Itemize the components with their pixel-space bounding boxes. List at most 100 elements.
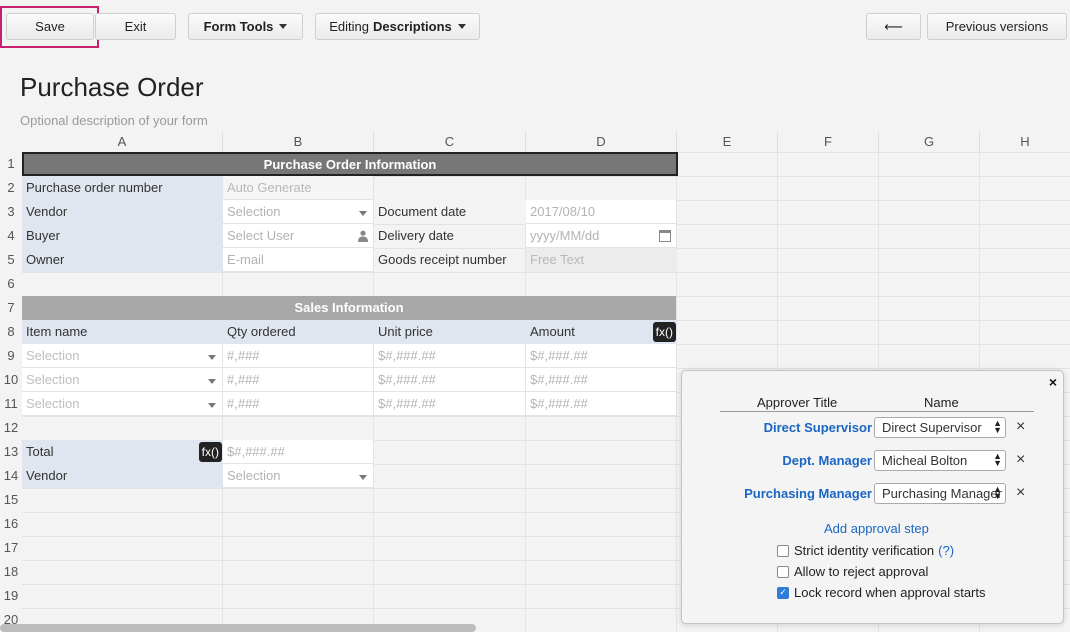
column-header[interactable]: A	[22, 132, 223, 152]
checkbox-checked[interactable]: ✓	[777, 586, 789, 599]
row-header[interactable]: 8	[0, 320, 22, 344]
unit-price-field[interactable]: $#,###.##	[374, 368, 526, 392]
option-label: Strict identity verification	[794, 543, 935, 558]
vendor-select[interactable]: Selection	[223, 464, 374, 488]
formula-icon[interactable]: fx()	[652, 322, 676, 342]
chevron-down-icon	[279, 24, 288, 29]
row-header[interactable]: 7	[0, 296, 22, 320]
row-header[interactable]: 16	[0, 512, 22, 536]
approver-select[interactable]: Purchasing Manager ▲ ▼	[874, 483, 1006, 504]
section-header-sales-info[interactable]: Sales Information	[22, 296, 676, 320]
updown-arrows-icon: ▲ ▼	[993, 484, 1002, 501]
form-tools-menu[interactable]: Form Tools	[188, 13, 303, 40]
remove-step-icon[interactable]: ×	[1016, 418, 1025, 436]
editing-mode-menu[interactable]: Editing Descriptions	[315, 13, 480, 40]
unit-price-header[interactable]: Unit price	[374, 320, 526, 344]
row-header[interactable]: 6	[0, 272, 22, 296]
item-select[interactable]: Selection	[22, 392, 223, 416]
po-number-field[interactable]: Auto Generate	[223, 176, 374, 200]
row-header[interactable]: 19	[0, 584, 22, 608]
owner-label[interactable]: Owner	[22, 248, 223, 272]
document-date-field[interactable]: 2017/08/10	[526, 200, 677, 224]
delivery-date-label[interactable]: Delivery date	[374, 224, 526, 248]
row-header[interactable]: 12	[0, 416, 22, 440]
checkbox[interactable]	[777, 544, 789, 557]
remove-step-icon[interactable]: ×	[1016, 484, 1025, 502]
checkbox[interactable]	[777, 565, 789, 578]
approver-select[interactable]: Direct Supervisor ▲ ▼	[874, 417, 1006, 438]
form-description[interactable]: Optional description of your form	[20, 113, 208, 128]
form-title[interactable]: Purchase Order	[20, 72, 204, 103]
row-header[interactable]: 4	[0, 224, 22, 248]
allow-reject-option[interactable]: Allow to reject approval	[777, 564, 928, 579]
qty-field[interactable]: #,###	[223, 392, 374, 416]
amount-field[interactable]: $#,###.##	[526, 344, 677, 368]
buyer-label[interactable]: Buyer	[22, 224, 223, 248]
row-header[interactable]: 11	[0, 392, 22, 416]
row-header[interactable]: 5	[0, 248, 22, 272]
column-header[interactable]: B	[223, 132, 374, 152]
row-header[interactable]: 13	[0, 440, 22, 464]
row-header[interactable]: 1	[0, 152, 22, 176]
column-header[interactable]: H	[980, 132, 1070, 152]
remove-step-icon[interactable]: ×	[1016, 451, 1025, 469]
exit-button[interactable]: Exit	[95, 13, 176, 40]
po-number-label[interactable]: Purchase order number	[22, 176, 223, 200]
approval-step-title[interactable]: Direct Supervisor	[722, 420, 872, 435]
row-header[interactable]: 9	[0, 344, 22, 368]
column-header[interactable]: C	[374, 132, 526, 152]
item-select[interactable]: Selection	[22, 344, 223, 368]
horizontal-scrollbar[interactable]	[0, 624, 476, 632]
delivery-date-field[interactable]: yyyy/MM/dd	[526, 224, 677, 248]
approver-select[interactable]: Micheal Bolton ▲ ▼	[874, 450, 1006, 471]
owner-email-field[interactable]: E-mail	[223, 248, 374, 272]
row-header[interactable]: 17	[0, 536, 22, 560]
column-header[interactable]: G	[879, 132, 980, 152]
close-icon[interactable]: ×	[1049, 374, 1057, 390]
item-name-header[interactable]: Item name	[22, 320, 223, 344]
approver-name-header: Name	[924, 395, 959, 410]
row-header[interactable]: 15	[0, 488, 22, 512]
add-approval-step-link[interactable]: Add approval step	[824, 521, 929, 536]
amount-field[interactable]: $#,###.##	[526, 368, 677, 392]
approval-step-title[interactable]: Purchasing Manager	[722, 486, 872, 501]
section-header-po-info[interactable]: Purchase Order Information	[22, 152, 678, 176]
vendor-label[interactable]: Vendor	[22, 464, 223, 488]
qty-ordered-header[interactable]: Qty ordered	[223, 320, 374, 344]
row-header[interactable]: 14	[0, 464, 22, 488]
qty-field[interactable]: #,###	[223, 368, 374, 392]
unit-price-field[interactable]: $#,###.##	[374, 392, 526, 416]
unit-price-field[interactable]: $#,###.##	[374, 344, 526, 368]
row-header[interactable]: 10	[0, 368, 22, 392]
total-field[interactable]: $#,###.##	[223, 440, 374, 464]
row-header[interactable]: 18	[0, 560, 22, 584]
approval-step-title[interactable]: Dept. Manager	[722, 453, 872, 468]
chevron-down-icon	[457, 24, 466, 29]
item-select[interactable]: Selection	[22, 368, 223, 392]
goods-receipt-field[interactable]: Free Text	[526, 248, 677, 272]
qty-field[interactable]: #,###	[223, 344, 374, 368]
amount-field[interactable]: $#,###.##	[526, 392, 677, 416]
column-header[interactable]: D	[526, 132, 677, 152]
help-icon[interactable]: (?)	[938, 543, 954, 558]
vendor-label[interactable]: Vendor	[22, 200, 223, 224]
approver-select-value: Purchasing Manager	[882, 486, 1002, 501]
strict-identity-option[interactable]: Strict identity verification (?)	[777, 543, 954, 558]
column-header[interactable]: E	[677, 132, 778, 152]
save-button[interactable]: Save	[6, 13, 94, 40]
previous-versions-button[interactable]: Previous versions	[927, 13, 1067, 40]
row-header[interactable]: 2	[0, 176, 22, 200]
row-header[interactable]: 3	[0, 200, 22, 224]
document-date-label[interactable]: Document date	[374, 200, 526, 224]
column-header[interactable]: F	[778, 132, 879, 152]
lock-record-option[interactable]: ✓ Lock record when approval starts	[777, 585, 985, 600]
editing-value: Descriptions	[373, 19, 452, 34]
formula-icon[interactable]: fx()	[198, 442, 222, 462]
buyer-user-select[interactable]: Select User	[223, 224, 374, 248]
total-label-cell[interactable]: Total fx()	[22, 440, 223, 464]
vendor-select-value: Selection	[227, 468, 281, 483]
vendor-select[interactable]: Selection	[223, 200, 374, 224]
goods-receipt-label[interactable]: Goods receipt number	[374, 248, 526, 272]
back-button[interactable]: ⟵	[866, 13, 921, 40]
amount-header[interactable]: Amount fx()	[526, 320, 677, 344]
